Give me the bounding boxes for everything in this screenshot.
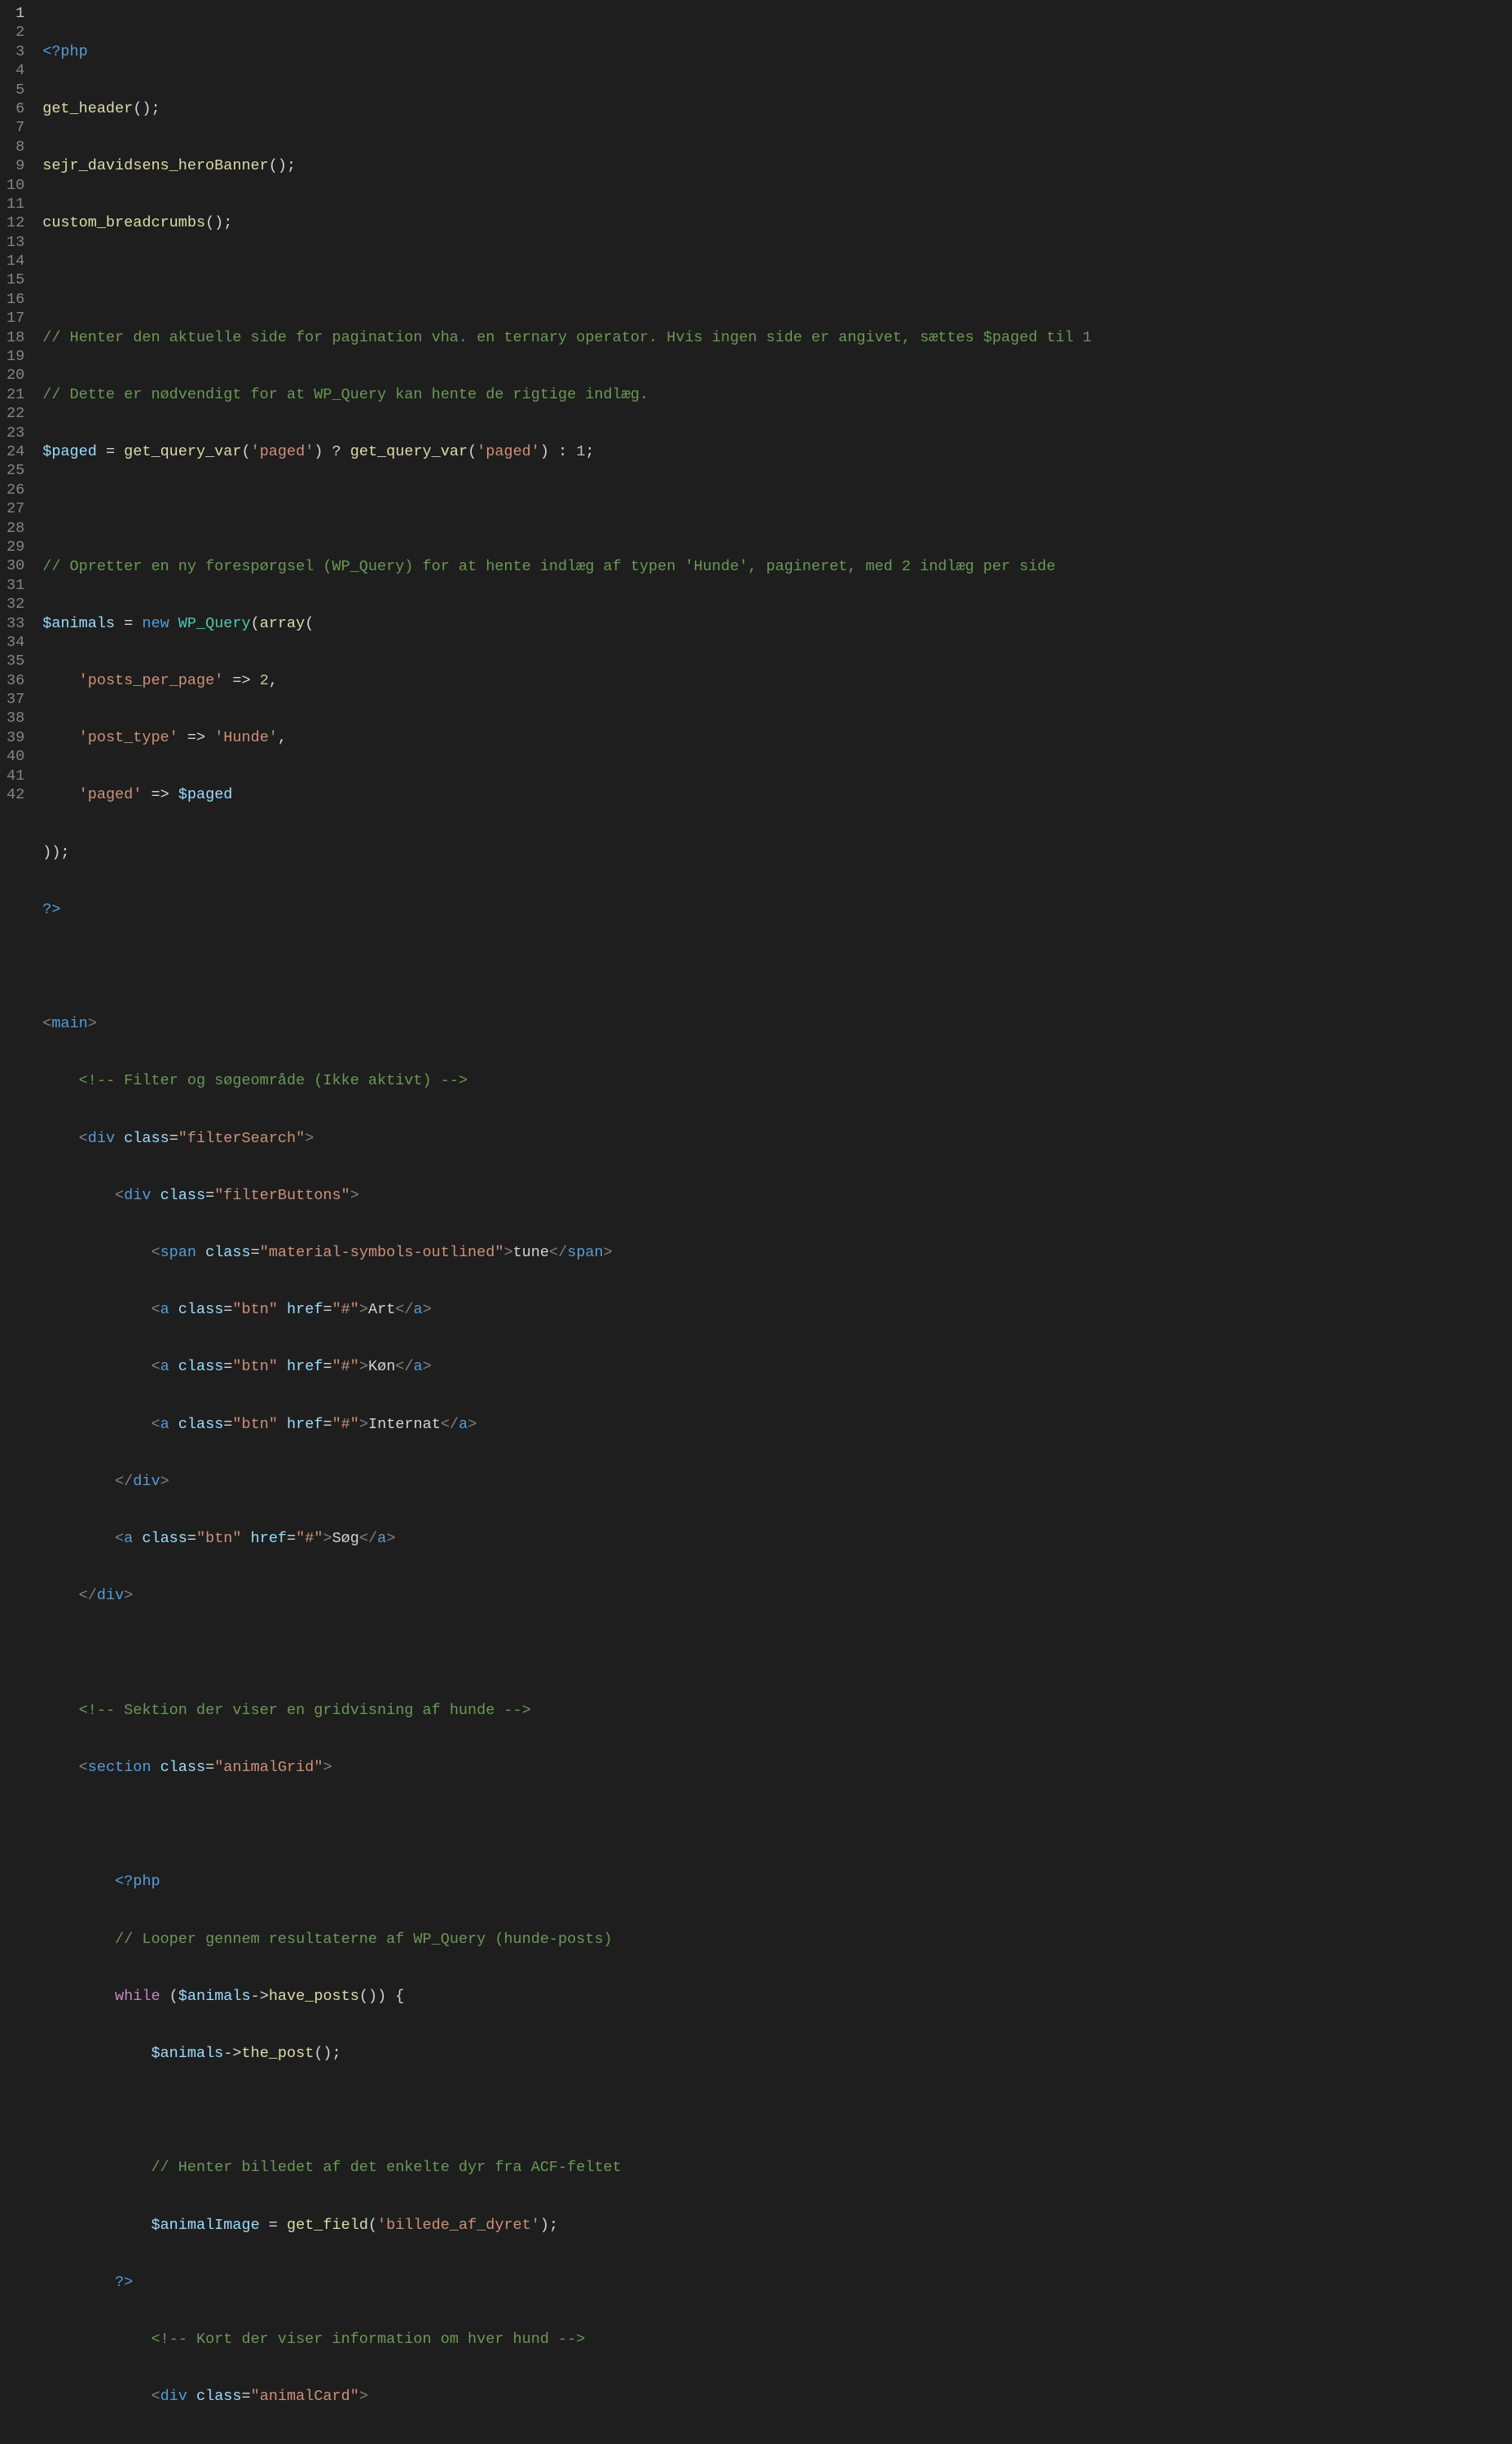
code-line[interactable]: ?> xyxy=(42,900,1512,919)
line-number[interactable]: 4 xyxy=(7,61,24,80)
line-number[interactable]: 29 xyxy=(7,538,24,556)
code-line[interactable] xyxy=(42,499,1512,518)
line-number[interactable]: 8 xyxy=(7,138,24,156)
line-number[interactable]: 16 xyxy=(7,290,24,309)
code-line[interactable] xyxy=(42,1815,1512,1834)
line-number[interactable]: 21 xyxy=(7,385,24,404)
code-line[interactable] xyxy=(42,957,1512,976)
code-line[interactable]: </div> xyxy=(42,1472,1512,1491)
line-number[interactable]: 36 xyxy=(7,671,24,690)
line-number[interactable]: 13 xyxy=(7,233,24,252)
code-line[interactable]: ?> xyxy=(42,2273,1512,2292)
line-number[interactable]: 28 xyxy=(7,519,24,538)
code-line[interactable]: $paged = get_query_var('paged') ? get_qu… xyxy=(42,442,1512,461)
line-number-gutter: 1 2 3 4 5 6 7 8 9 10 11 12 13 14 15 16 1… xyxy=(0,0,42,1235)
line-number[interactable]: 27 xyxy=(7,499,24,518)
line-number[interactable]: 26 xyxy=(7,481,24,499)
code-line[interactable]: sejr_davidsens_heroBanner(); xyxy=(42,156,1512,175)
line-number[interactable]: 7 xyxy=(7,118,24,137)
line-number[interactable]: 15 xyxy=(7,270,24,289)
code-line[interactable]: <div class="filterSearch"> xyxy=(42,1129,1512,1148)
line-number[interactable]: 20 xyxy=(7,366,24,385)
line-number[interactable]: 38 xyxy=(7,709,24,727)
line-number[interactable]: 33 xyxy=(7,614,24,633)
code-line[interactable]: <section class="animalGrid"> xyxy=(42,1758,1512,1777)
line-number[interactable]: 32 xyxy=(7,595,24,613)
line-number[interactable]: 10 xyxy=(7,176,24,195)
line-number[interactable]: 2 xyxy=(7,23,24,42)
code-line[interactable]: $animals->the_post(); xyxy=(42,2044,1512,2063)
line-number[interactable]: 34 xyxy=(7,633,24,652)
code-line[interactable]: 'post_type' => 'Hunde', xyxy=(42,728,1512,747)
code-line[interactable]: $animals = new WP_Query(array( xyxy=(42,614,1512,633)
line-number[interactable]: 41 xyxy=(7,767,24,785)
code-line[interactable]: </div> xyxy=(42,1586,1512,1605)
code-line[interactable]: custom_breadcrumbs(); xyxy=(42,213,1512,232)
line-number[interactable]: 5 xyxy=(7,81,24,99)
code-line[interactable]: // Dette er nødvendigt for at WP_Query k… xyxy=(42,385,1512,404)
code-line[interactable]: // Henter billedet af det enkelte dyr fr… xyxy=(42,2158,1512,2177)
line-number[interactable]: 24 xyxy=(7,442,24,461)
line-number[interactable]: 30 xyxy=(7,556,24,575)
line-number[interactable]: 23 xyxy=(7,424,24,442)
code-line[interactable]: <!-- Filter og søgeområde (Ikke aktivt) … xyxy=(42,1071,1512,1090)
code-line[interactable]: <a class="btn" href="#">Køn</a> xyxy=(42,1357,1512,1376)
line-number[interactable]: 40 xyxy=(7,747,24,766)
code-line[interactable]: <!-- Sektion der viser en gridvisning af… xyxy=(42,1701,1512,1720)
code-line[interactable]: 'paged' => $paged xyxy=(42,785,1512,804)
line-number[interactable]: 12 xyxy=(7,213,24,232)
code-line[interactable]: 'posts_per_page' => 2, xyxy=(42,671,1512,690)
code-line[interactable]: <div class="filterButtons"> xyxy=(42,1186,1512,1205)
line-number[interactable]: 25 xyxy=(7,461,24,480)
code-line[interactable]: // Opretter en ny forespørgsel (WP_Query… xyxy=(42,557,1512,576)
line-number[interactable]: 18 xyxy=(7,328,24,347)
line-number[interactable]: 6 xyxy=(7,99,24,118)
code-line[interactable]: while ($animals->have_posts()) { xyxy=(42,1987,1512,2006)
code-line[interactable]: $animalImage = get_field('billede_af_dyr… xyxy=(42,2216,1512,2235)
line-number[interactable]: 11 xyxy=(7,195,24,213)
code-line[interactable]: <div class="animalCard"> xyxy=(42,2387,1512,2406)
line-number[interactable]: 35 xyxy=(7,652,24,670)
line-number[interactable]: 42 xyxy=(7,785,24,804)
code-line[interactable]: <main> xyxy=(42,1014,1512,1033)
code-line[interactable]: <?php xyxy=(42,1872,1512,1891)
line-number[interactable]: 9 xyxy=(7,156,24,175)
code-line[interactable]: <!-- Kort der viser information om hver … xyxy=(42,2330,1512,2349)
code-line[interactable]: )); xyxy=(42,843,1512,862)
line-number[interactable]: 39 xyxy=(7,728,24,747)
code-line[interactable]: // Looper gennem resultaterne af WP_Quer… xyxy=(42,1930,1512,1949)
line-number[interactable]: 19 xyxy=(7,347,24,366)
code-area[interactable]: <?php get_header(); sejr_davidsens_heroB… xyxy=(42,0,1512,1235)
line-number[interactable]: 17 xyxy=(7,309,24,327)
line-number[interactable]: 22 xyxy=(7,404,24,423)
code-line[interactable]: <a class="btn" href="#">Søg</a> xyxy=(42,1529,1512,1548)
code-line[interactable]: <a class="btn" href="#">Internat</a> xyxy=(42,1415,1512,1434)
line-number[interactable]: 3 xyxy=(7,42,24,61)
code-line[interactable]: // Henter den aktuelle side for paginati… xyxy=(42,328,1512,347)
code-line[interactable] xyxy=(42,271,1512,290)
line-number[interactable]: 31 xyxy=(7,576,24,595)
line-number[interactable]: 1 xyxy=(7,4,24,23)
code-line[interactable]: get_header(); xyxy=(42,99,1512,118)
code-line[interactable] xyxy=(42,1644,1512,1663)
code-line[interactable]: <a class="btn" href="#">Art</a> xyxy=(42,1300,1512,1319)
code-editor: 1 2 3 4 5 6 7 8 9 10 11 12 13 14 15 16 1… xyxy=(0,0,1512,1235)
code-line[interactable] xyxy=(42,2101,1512,2120)
line-number[interactable]: 14 xyxy=(7,252,24,270)
line-number[interactable]: 37 xyxy=(7,690,24,709)
code-line[interactable]: <?php xyxy=(42,42,1512,61)
code-line[interactable]: <span class="material-symbols-outlined">… xyxy=(42,1243,1512,1262)
